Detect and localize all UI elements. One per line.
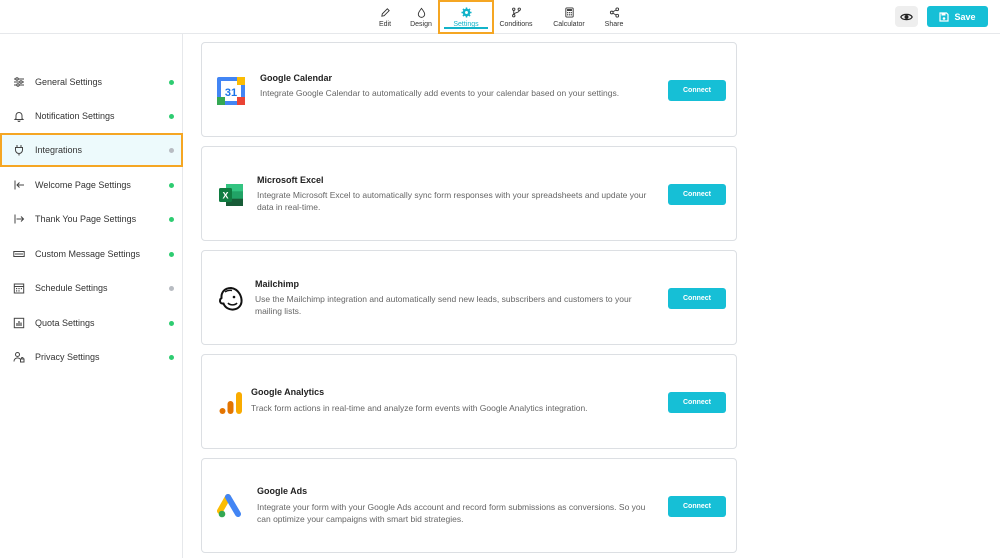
integration-title: Microsoft Excel: [257, 175, 324, 185]
integration-title: Mailchimp: [255, 279, 300, 289]
chart-icon: [13, 317, 25, 329]
tab-conditions[interactable]: Conditions: [494, 0, 538, 34]
top-navigation: Edit Design Settings Conditions Calculat…: [366, 0, 628, 34]
sidebar-item-quota-settings[interactable]: Quota Settings: [0, 306, 183, 340]
integration-description: Use the Mailchimp integration and automa…: [255, 294, 632, 316]
top-toolbar: Edit Design Settings Conditions Calculat…: [0, 0, 1000, 34]
status-dot: [169, 114, 174, 119]
pencil-icon: [380, 7, 390, 17]
status-dot: [169, 321, 174, 326]
calendar-icon: [13, 283, 25, 294]
google-analytics-icon: [216, 388, 246, 418]
tab-design-label: Design: [410, 20, 432, 28]
status-dot: [169, 80, 174, 85]
sidebar-item-label: Schedule Settings: [35, 283, 108, 293]
tab-calculator[interactable]: Calculator: [538, 0, 600, 34]
floppy-icon: [939, 11, 950, 22]
google-ads-icon: [216, 492, 246, 522]
integration-description: Integrate your form with your Google Ads…: [257, 502, 646, 524]
sidebar-item-label: Notification Settings: [35, 111, 115, 121]
mailchimp-icon: [216, 284, 246, 314]
tab-share[interactable]: Share: [600, 0, 628, 34]
tab-edit[interactable]: Edit: [366, 0, 404, 34]
integration-title: Google Ads: [257, 486, 308, 496]
sidebar-item-label: Custom Message Settings: [35, 249, 141, 259]
google-calendar-icon: 31: [216, 76, 246, 106]
tab-settings-label: Settings: [453, 20, 479, 28]
connect-button-microsoft-excel[interactable]: Connect: [668, 184, 726, 205]
tab-settings[interactable]: Settings: [438, 0, 494, 34]
sidebar-item-privacy-settings[interactable]: Privacy Settings: [0, 340, 183, 374]
share-icon: [609, 6, 619, 18]
integration-title: Google Calendar: [260, 73, 333, 83]
tab-share-label: Share: [604, 20, 624, 28]
branch-icon: [511, 7, 521, 17]
status-dot: [169, 286, 174, 291]
sidebar-item-notification-settings[interactable]: Notification Settings: [0, 99, 183, 133]
integration-description: Track form actions in real-time and anal…: [251, 403, 588, 413]
status-dot: [169, 217, 174, 222]
sidebar-item-label: Privacy Settings: [35, 352, 100, 362]
exit-icon: [14, 214, 25, 224]
connect-button-google-calendar[interactable]: Connect: [668, 80, 726, 101]
sidebar-item-integrations[interactable]: Integrations: [0, 133, 183, 167]
save-button[interactable]: Save: [927, 6, 988, 27]
integration-card-mailchimp: Mailchimp Use the Mailchimp integration …: [201, 250, 737, 345]
status-dot: [169, 183, 174, 188]
status-dot: [169, 252, 174, 257]
settings-sidebar: General Settings Notification Settings I…: [0, 34, 183, 558]
bell-icon: [13, 112, 25, 122]
status-dot: [169, 148, 174, 153]
integration-title: Google Analytics: [251, 387, 325, 397]
calculator-icon: [564, 6, 574, 18]
plug-icon: [15, 145, 23, 156]
enter-icon: [14, 180, 24, 190]
status-dot: [169, 355, 174, 360]
integration-description: Integrate Microsoft Excel to automatical…: [257, 190, 647, 212]
tab-conditions-label: Conditions: [499, 20, 533, 28]
sidebar-item-general-settings[interactable]: General Settings: [0, 65, 183, 99]
sidebar-item-schedule-settings[interactable]: Schedule Settings: [0, 271, 183, 305]
user-lock-icon: [13, 352, 25, 363]
connect-button-google-analytics[interactable]: Connect: [668, 392, 726, 413]
eye-icon: [900, 13, 913, 20]
sidebar-item-welcome-page-settings[interactable]: Welcome Page Settings: [0, 168, 183, 202]
save-button-label: Save: [954, 11, 976, 22]
message-icon: [13, 251, 25, 257]
integration-card-google-analytics: Google Analytics Track form actions in r…: [201, 354, 737, 449]
sidebar-item-label: Thank You Page Settings: [35, 214, 137, 224]
sidebar-item-label: General Settings: [35, 77, 103, 87]
sidebar-item-label: Integrations: [35, 145, 83, 155]
integration-description: Integrate Google Calendar to automatical…: [260, 88, 620, 98]
sidebar-item-thank-you-page-settings[interactable]: Thank You Page Settings: [0, 202, 183, 236]
gear-icon: [460, 6, 472, 18]
droplet-icon: [417, 7, 425, 18]
integration-card-google-ads: Google Ads Integrate your form with your…: [201, 458, 737, 553]
excel-icon: X: [216, 180, 246, 210]
sidebar-item-label: Welcome Page Settings: [35, 180, 131, 190]
tab-calculator-label: Calculator: [553, 20, 585, 28]
connect-button-mailchimp[interactable]: Connect: [668, 288, 726, 309]
integration-card-google-calendar: 31 Google Calendar Integrate Google Cale…: [201, 42, 737, 137]
sidebar-item-custom-message-settings[interactable]: Custom Message Settings: [0, 237, 183, 271]
tab-edit-label: Edit: [378, 20, 392, 28]
tab-design[interactable]: Design: [404, 0, 438, 34]
excel-icon-text: X: [222, 191, 228, 201]
connect-button-google-ads[interactable]: Connect: [668, 496, 726, 517]
calendar-icon-text: 31: [225, 87, 237, 99]
integration-card-microsoft-excel: X Microsoft Excel Integrate Microsoft Ex…: [201, 146, 737, 241]
preview-button[interactable]: [895, 6, 918, 27]
sliders-icon: [14, 77, 24, 87]
sidebar-item-label: Quota Settings: [35, 318, 95, 328]
